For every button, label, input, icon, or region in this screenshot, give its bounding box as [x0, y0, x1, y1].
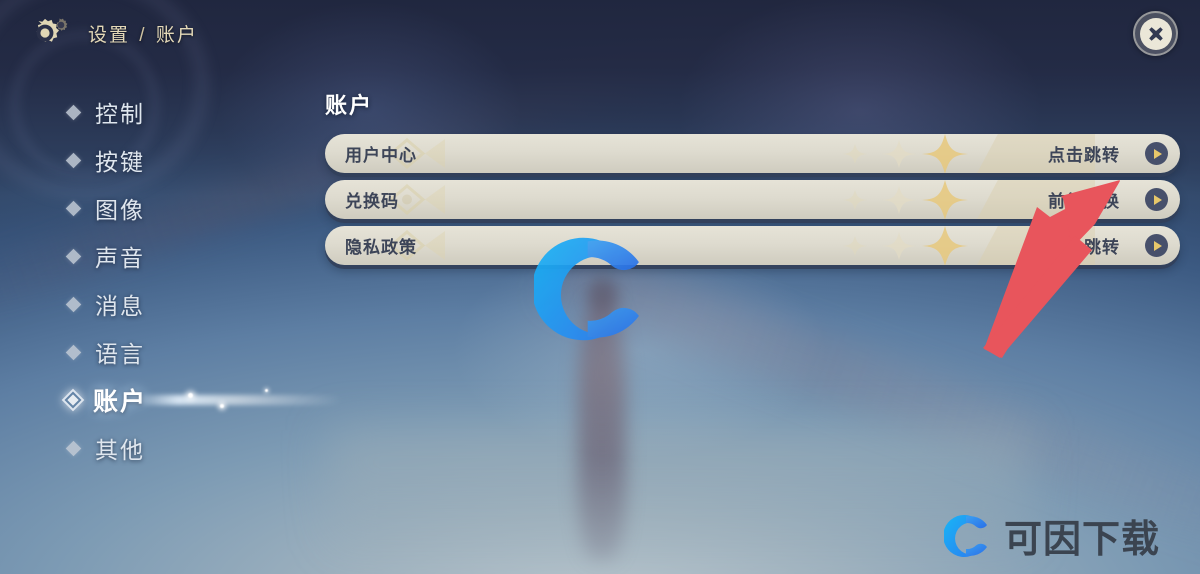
- sidebar-item-audio[interactable]: 声音: [60, 232, 290, 280]
- section-title: 账户: [325, 93, 374, 118]
- sidebar-item-language[interactable]: 语言: [60, 328, 290, 376]
- breadcrumb-current: 账户: [155, 25, 198, 46]
- settings-row-user-center[interactable]: 用户中心 点击跳转: [325, 134, 1180, 173]
- close-button-inner: [1139, 17, 1172, 50]
- diamond-bullet-icon: [65, 344, 82, 360]
- close-button[interactable]: [1133, 11, 1178, 56]
- sidebar-item-graphics[interactable]: 图像: [60, 184, 290, 232]
- sidebar-item-label: 控制: [95, 101, 145, 127]
- sidebar-item-label: 其他: [95, 437, 145, 463]
- account-panel: 账户 用户中心 点击跳转 兑换码 前往兑换 隐私政策 点击跳转: [325, 88, 1180, 272]
- sidebar-item-label: 语言: [95, 341, 145, 367]
- settings-header: 设置 / 账户: [0, 0, 1200, 70]
- chevron-right-icon[interactable]: [1145, 234, 1168, 257]
- chevron-right-icon[interactable]: [1145, 142, 1168, 165]
- settings-sidebar: 控制 按键 图像 声音 消息 语言 账户 其他: [60, 88, 342, 472]
- diamond-bullet-icon: [65, 440, 82, 456]
- sidebar-item-other[interactable]: 其他: [60, 424, 290, 472]
- settings-row-action-label: 点击跳转: [1048, 238, 1120, 257]
- settings-row-label: 隐私政策: [345, 238, 417, 257]
- sidebar-item-label: 按键: [95, 149, 145, 175]
- settings-overlay: 设置 / 账户 控制 按键 图像 声音 消息 语言 账户 其他 账户 用户中心 …: [0, 0, 1200, 574]
- close-icon: [1148, 26, 1163, 41]
- settings-row-action-label: 前往兑换: [1048, 192, 1120, 211]
- sparkle-icon: [188, 393, 193, 398]
- sidebar-item-label: 图像: [95, 197, 145, 223]
- settings-row-redeem-code[interactable]: 兑换码 前往兑换: [325, 180, 1180, 219]
- settings-row-privacy-policy[interactable]: 隐私政策 点击跳转: [325, 226, 1180, 265]
- sidebar-item-label: 消息: [95, 293, 145, 319]
- settings-row-action-label: 点击跳转: [1048, 146, 1120, 165]
- settings-row-label: 用户中心: [345, 146, 417, 165]
- sidebar-item-label: 声音: [95, 245, 145, 271]
- breadcrumb: 设置 / 账户: [88, 20, 198, 47]
- diamond-bullet-icon: [65, 104, 82, 120]
- chevron-right-icon[interactable]: [1145, 188, 1168, 211]
- diamond-bullet-icon: [65, 200, 82, 216]
- diamond-bullet-icon: [65, 296, 82, 312]
- gear-icon: [14, 12, 76, 58]
- sidebar-item-messages[interactable]: 消息: [60, 280, 290, 328]
- diamond-bullet-icon: [61, 388, 85, 412]
- diamond-bullet-icon: [65, 248, 82, 264]
- sparkle-icon: [220, 404, 224, 408]
- breadcrumb-root[interactable]: 设置: [88, 25, 130, 46]
- breadcrumb-separator: /: [139, 25, 147, 46]
- settings-row-label: 兑换码: [345, 192, 399, 211]
- sparkle-icon: [265, 389, 268, 392]
- sidebar-item-label: 账户: [93, 388, 148, 416]
- diamond-bullet-icon: [65, 152, 82, 168]
- sidebar-item-keys[interactable]: 按键: [60, 136, 290, 184]
- sidebar-item-account[interactable]: 账户: [60, 376, 342, 424]
- sidebar-item-control[interactable]: 控制: [60, 88, 290, 136]
